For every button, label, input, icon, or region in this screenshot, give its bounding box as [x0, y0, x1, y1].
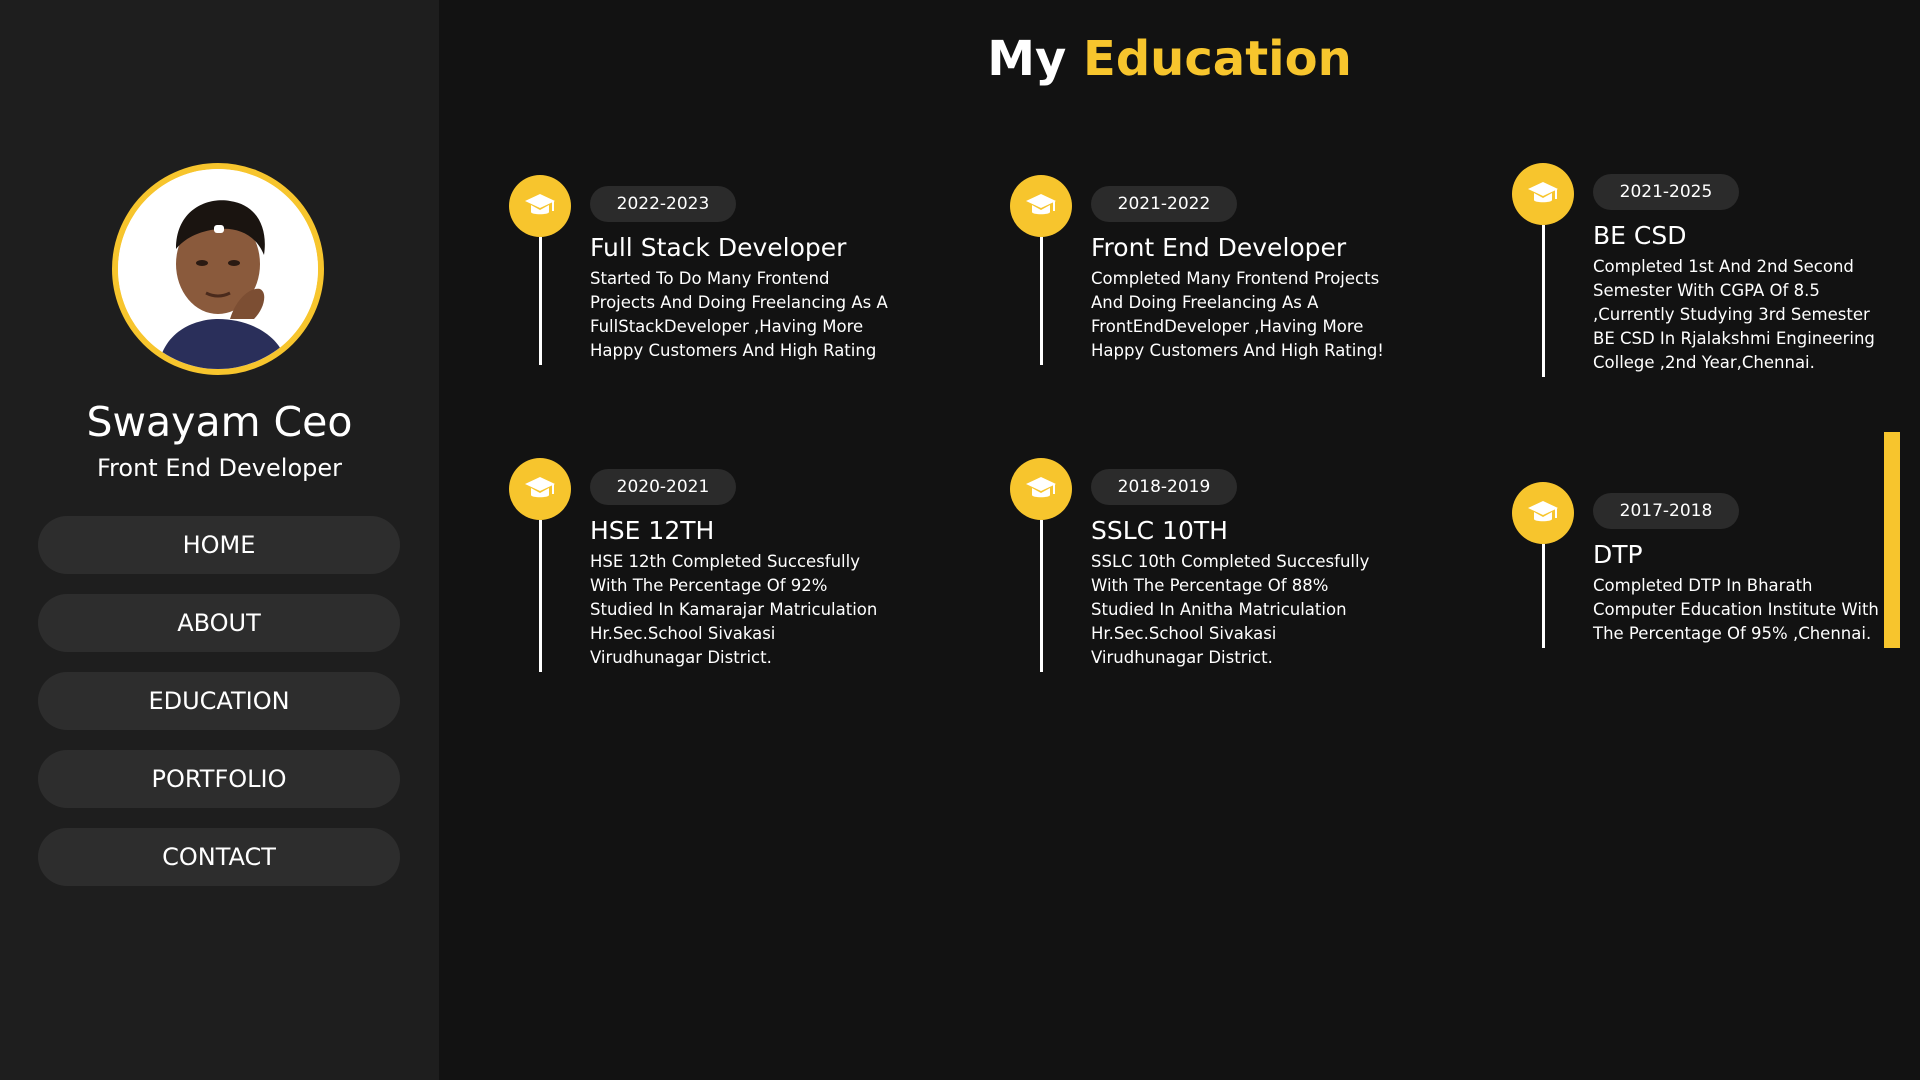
profile-avatar — [112, 163, 324, 375]
sidebar: Swayam Ceo Front End Developer HOME ABOU… — [0, 0, 439, 1080]
timeline-line — [1040, 520, 1043, 672]
education-description: Started To Do Many Frontend Projects And… — [590, 269, 888, 360]
graduation-cap-icon — [1010, 458, 1072, 520]
education-title: Front End Developer — [1091, 233, 1347, 262]
graduation-cap-icon — [1512, 163, 1574, 225]
education-year-badge: 2021-2025 — [1593, 174, 1739, 210]
education-description: Completed Many Frontend Projects And Doi… — [1091, 269, 1384, 360]
education-title: BE CSD — [1593, 221, 1687, 250]
graduation-cap-icon — [1512, 482, 1574, 544]
section-title: My Education — [439, 26, 1900, 92]
timeline-line — [1542, 544, 1545, 648]
education-description: Completed DTP In Bharath Computer Educat… — [1593, 576, 1879, 643]
education-title: DTP — [1593, 540, 1643, 569]
nav-about-button[interactable]: ABOUT — [38, 594, 400, 652]
page-scrollbar[interactable] — [1880, 0, 1900, 1080]
nav-portfolio-button[interactable]: PORTFOLIO — [38, 750, 400, 808]
education-year-badge: 2022-2023 — [590, 186, 736, 222]
education-year-badge: 2017-2018 — [1593, 493, 1739, 529]
nav-contact-button[interactable]: CONTACT — [38, 828, 400, 886]
education-year-badge: 2018-2019 — [1091, 469, 1237, 505]
nav-home-button[interactable]: HOME — [38, 516, 400, 574]
education-description: SSLC 10th Completed Succesfully With The… — [1091, 552, 1370, 667]
profile-role: Front End Developer — [96, 454, 342, 482]
section-title-part1: My — [987, 31, 1067, 87]
education-title: SSLC 10TH — [1091, 516, 1228, 545]
graduation-cap-icon — [509, 458, 571, 520]
timeline-line — [539, 520, 542, 672]
graduation-cap-icon — [1010, 175, 1072, 237]
timeline-line — [1542, 225, 1545, 377]
scrollbar-thumb[interactable] — [1884, 432, 1900, 648]
graduation-cap-icon — [509, 175, 571, 237]
education-year-badge: 2020-2021 — [590, 469, 736, 505]
education-section: My Education 2022-2023 Full Stack Develo… — [439, 0, 1900, 1080]
education-title: HSE 12TH — [590, 516, 715, 545]
avatar-portrait-icon — [118, 169, 318, 369]
nav-education-button[interactable]: EDUCATION — [38, 672, 400, 730]
section-title-accent: Education — [1083, 31, 1352, 87]
education-description: Completed 1st And 2nd Second Semester Wi… — [1593, 257, 1875, 372]
profile-name: Swayam Ceo — [86, 398, 353, 446]
education-description: HSE 12th Completed Succesfully With The … — [590, 552, 878, 667]
main-nav: HOME ABOUT EDUCATION PORTFOLIO CONTACT — [38, 516, 400, 906]
timeline-line — [539, 237, 542, 365]
education-title: Full Stack Developer — [590, 233, 847, 262]
timeline-line — [1040, 237, 1043, 365]
education-year-badge: 2021-2022 — [1091, 186, 1237, 222]
